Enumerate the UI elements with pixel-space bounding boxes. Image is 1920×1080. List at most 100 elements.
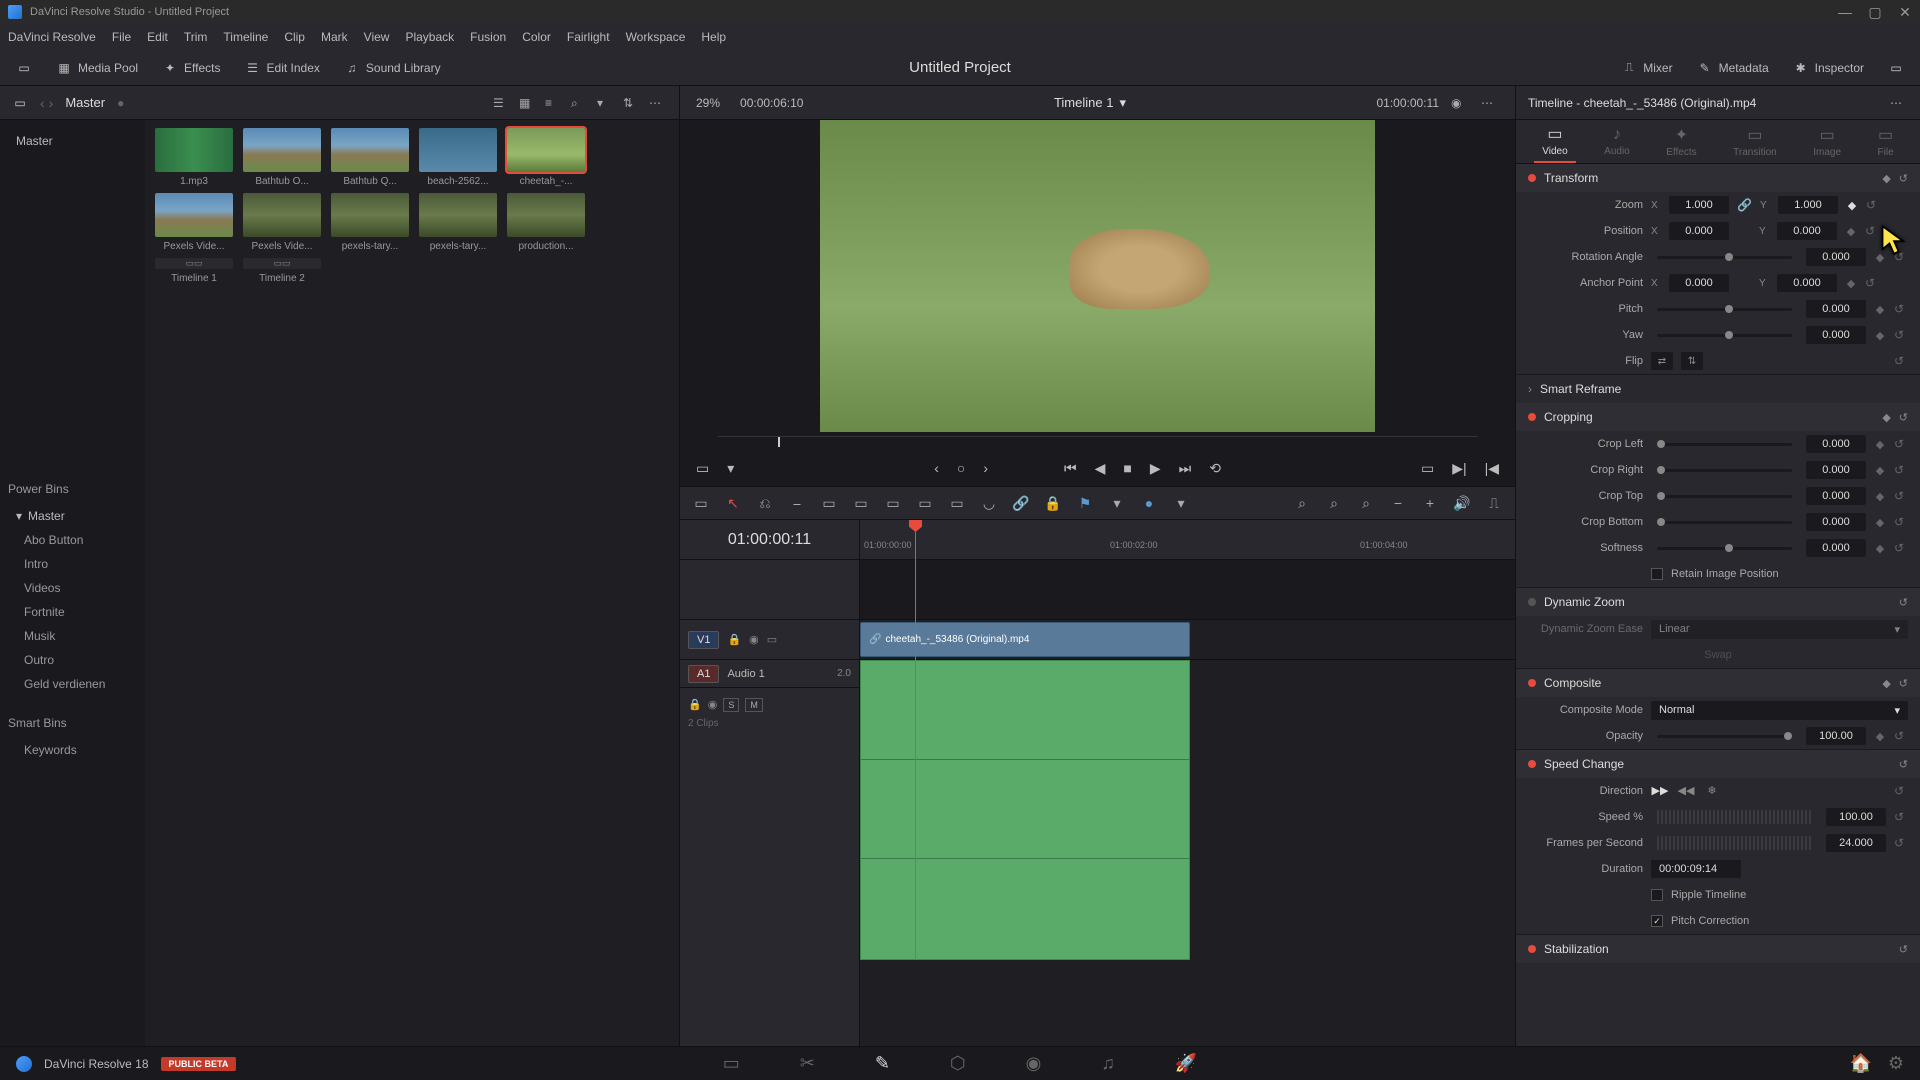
softness-slider[interactable] bbox=[1657, 547, 1792, 550]
insert-icon[interactable]: ▭ bbox=[820, 495, 838, 512]
lock-icon[interactable]: 🔒 bbox=[1044, 495, 1062, 512]
link-icon[interactable]: 🔗 bbox=[1737, 198, 1752, 212]
tab-transition[interactable]: ▭Transition bbox=[1725, 121, 1785, 162]
inspector-button[interactable]: ✱ Inspector bbox=[1793, 60, 1864, 76]
crop-bottom-input[interactable]: 0.000 bbox=[1806, 513, 1866, 531]
slider-thumb[interactable] bbox=[1657, 518, 1665, 526]
keyframe-icon[interactable]: ◆ bbox=[1882, 677, 1890, 690]
yaw-reset[interactable]: ↺ bbox=[1894, 328, 1908, 342]
thumb-image[interactable] bbox=[507, 193, 585, 237]
direction-reverse[interactable]: ◀◀ bbox=[1677, 784, 1695, 798]
link-icon[interactable]: 🔗 bbox=[1012, 495, 1030, 512]
thumb-image[interactable] bbox=[419, 193, 497, 237]
append-icon[interactable]: ▭ bbox=[948, 495, 966, 512]
bin-musik[interactable]: Musik bbox=[0, 624, 145, 648]
reset-icon[interactable]: ↺ bbox=[1899, 172, 1908, 185]
chevron-down-icon[interactable]: ▾ bbox=[1172, 495, 1190, 512]
ripple-checkbox[interactable] bbox=[1651, 889, 1663, 901]
menu-playback[interactable]: Playback bbox=[405, 30, 454, 44]
fusion-page-icon[interactable]: ⬡ bbox=[950, 1053, 966, 1074]
tab-video[interactable]: ▭Video bbox=[1534, 120, 1575, 163]
speed-reset[interactable]: ↺ bbox=[1894, 810, 1908, 824]
media-thumb[interactable]: Pexels Vide... bbox=[153, 193, 235, 252]
menu-view[interactable]: View bbox=[364, 30, 390, 44]
stop-icon[interactable]: ○ bbox=[957, 460, 965, 476]
nav-back[interactable]: ‹ bbox=[40, 95, 45, 111]
rotation-input[interactable]: 0.000 bbox=[1806, 248, 1866, 266]
fairlight-page-icon[interactable]: ♫ bbox=[1101, 1053, 1115, 1074]
slider-thumb[interactable] bbox=[1725, 305, 1733, 313]
pos-y-input[interactable]: 0.000 bbox=[1777, 222, 1837, 240]
bin-abo[interactable]: Abo Button bbox=[0, 528, 145, 552]
crop-bottom-slider[interactable] bbox=[1657, 521, 1792, 524]
a1-label[interactable]: A1 bbox=[688, 665, 719, 683]
inspector-more-icon[interactable]: ⋯ bbox=[1890, 96, 1908, 110]
viewer-zoom[interactable]: 29% bbox=[696, 96, 720, 110]
menu-mark[interactable]: Mark bbox=[321, 30, 348, 44]
media-thumb[interactable]: pexels-tary... bbox=[417, 193, 499, 252]
rotation-slider[interactable] bbox=[1657, 256, 1792, 259]
media-thumb[interactable]: beach-2562... bbox=[417, 128, 499, 187]
v1-label[interactable]: V1 bbox=[688, 631, 719, 649]
tree-master[interactable]: Master bbox=[0, 128, 145, 154]
tab-file[interactable]: ▭File bbox=[1870, 121, 1902, 162]
a1-track[interactable] bbox=[860, 660, 1515, 960]
reset-icon[interactable]: ↺ bbox=[1899, 596, 1908, 609]
media-page-icon[interactable]: ▭ bbox=[723, 1053, 740, 1074]
crop-right-input[interactable]: 0.000 bbox=[1806, 461, 1866, 479]
crop-left-slider[interactable] bbox=[1657, 443, 1792, 446]
section-enable-dot[interactable] bbox=[1528, 413, 1536, 421]
color-page-icon[interactable]: ◉ bbox=[1026, 1053, 1042, 1074]
effects-button[interactable]: ✦ Effects bbox=[162, 60, 220, 76]
settings-icon[interactable]: ⚙ bbox=[1888, 1053, 1904, 1074]
reset-icon[interactable]: ↺ bbox=[1899, 943, 1908, 956]
thumb-image[interactable] bbox=[331, 193, 409, 237]
audio-icon[interactable]: 🔊 bbox=[1453, 495, 1471, 512]
composite-header[interactable]: Composite ◆ ↺ bbox=[1516, 669, 1920, 697]
mixer-button[interactable]: ⎍ Mixer bbox=[1621, 60, 1672, 76]
pos-x-input[interactable]: 0.000 bbox=[1669, 222, 1729, 240]
thumb-image[interactable] bbox=[243, 128, 321, 172]
section-enable-dot[interactable] bbox=[1528, 679, 1536, 687]
flip-reset[interactable]: ↺ bbox=[1894, 354, 1908, 368]
reset-icon[interactable]: ↺ bbox=[1899, 758, 1908, 771]
bin-fortnite[interactable]: Fortnite bbox=[0, 600, 145, 624]
viewer-canvas[interactable] bbox=[820, 120, 1375, 432]
viewer-crop-icon[interactable]: ▭ bbox=[696, 460, 709, 477]
in-out-icon[interactable]: ▶| bbox=[1452, 460, 1466, 477]
menu-fusion[interactable]: Fusion bbox=[470, 30, 506, 44]
cut-page-icon[interactable]: ✂ bbox=[800, 1053, 815, 1074]
opacity-keyframe[interactable]: ◆ bbox=[1874, 730, 1886, 743]
bin-title[interactable]: Master bbox=[65, 95, 105, 110]
window-minimize[interactable]: — bbox=[1838, 5, 1852, 19]
thumb-image[interactable] bbox=[155, 128, 233, 172]
thumb-image[interactable] bbox=[507, 128, 585, 172]
flip-v-button[interactable]: ⇅ bbox=[1681, 352, 1703, 370]
audio-clip[interactable] bbox=[860, 660, 1190, 960]
swap-button[interactable]: Swap bbox=[1704, 649, 1732, 661]
retain-position-checkbox[interactable] bbox=[1651, 568, 1663, 580]
zoom-reset[interactable]: ↺ bbox=[1866, 198, 1880, 212]
cropping-header[interactable]: Cropping ◆ ↺ bbox=[1516, 403, 1920, 431]
menu-help[interactable]: Help bbox=[701, 30, 726, 44]
fit-icon[interactable]: ▭ bbox=[916, 495, 934, 512]
yaw-input[interactable]: 0.000 bbox=[1806, 326, 1866, 344]
position-keyframe[interactable]: ◆ bbox=[1845, 225, 1857, 238]
slider-thumb[interactable] bbox=[1657, 466, 1665, 474]
tl-options-icon[interactable]: ⎍ bbox=[1485, 495, 1503, 512]
speed-input[interactable]: 100.00 bbox=[1826, 808, 1886, 826]
more-icon[interactable]: ⋯ bbox=[649, 96, 667, 110]
section-enable-dot[interactable] bbox=[1528, 598, 1536, 606]
enable-icon[interactable]: ◉ bbox=[749, 633, 759, 646]
media-thumb[interactable]: 1.mp3 bbox=[153, 128, 235, 187]
yaw-keyframe[interactable]: ◆ bbox=[1874, 329, 1886, 342]
crop-top-reset[interactable]: ↺ bbox=[1894, 489, 1908, 503]
pitch-slider[interactable] bbox=[1657, 308, 1792, 311]
enable-icon[interactable]: ◉ bbox=[708, 698, 718, 712]
crop-top-keyframe[interactable]: ◆ bbox=[1874, 490, 1886, 503]
metadata-button[interactable]: ✎ Metadata bbox=[1697, 60, 1769, 76]
menu-trim[interactable]: Trim bbox=[184, 30, 208, 44]
stabilization-header[interactable]: Stabilization ↺ bbox=[1516, 935, 1920, 963]
pitch-input[interactable]: 0.000 bbox=[1806, 300, 1866, 318]
pitch-keyframe[interactable]: ◆ bbox=[1874, 303, 1886, 316]
